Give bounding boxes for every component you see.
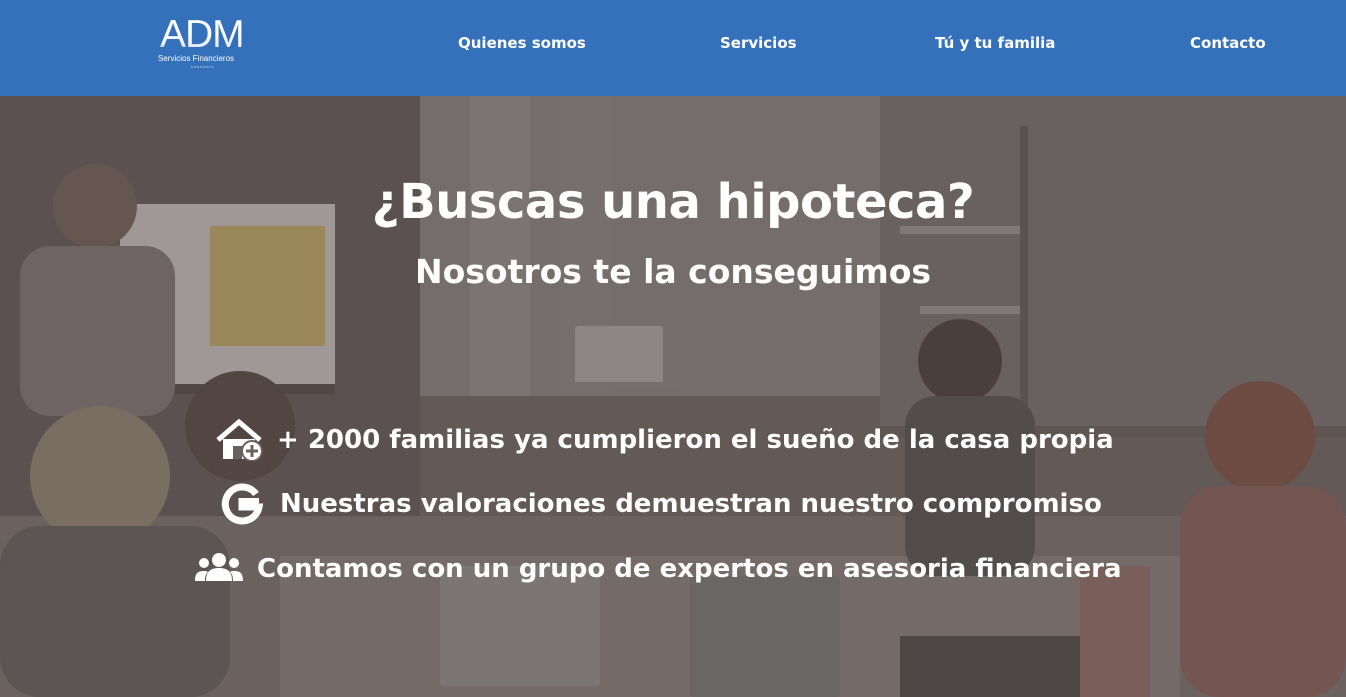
feature-item: Contamos con un grupo de expertos en ase…	[193, 547, 1122, 591]
hero-section: ¿Buscas una hipoteca? Nosotros te la con…	[0, 96, 1346, 697]
feature-text: + 2000 familias ya cumplieron el sueño d…	[277, 425, 1114, 455]
nav-servicios[interactable]: Servicios	[720, 33, 797, 53]
users-icon	[193, 547, 245, 591]
google-icon	[216, 482, 268, 526]
hero-subtitle: Nosotros te la conseguimos	[414, 252, 932, 291]
logo[interactable]: ADM Servicios Financieros ASESORIA	[158, 14, 248, 74]
nav-contacto[interactable]: Contacto	[1190, 33, 1266, 53]
hero-title: ¿Buscas una hipoteca?	[371, 174, 975, 230]
logo-mark: ADM	[160, 13, 245, 56]
feature-text: Nuestras valoraciones demuestran nuestro…	[280, 489, 1102, 519]
nav-tu-y-tu-familia[interactable]: Tú y tu familia	[935, 33, 1055, 53]
feature-text: Contamos con un grupo de expertos en ase…	[257, 554, 1122, 584]
nav-quienes-somos[interactable]: Quienes somos	[458, 33, 586, 53]
logo-tagline: ASESORIA	[191, 65, 215, 69]
house-plus-icon	[213, 418, 265, 462]
feature-item: + 2000 familias ya cumplieron el sueño d…	[213, 418, 1114, 462]
site-header: ADM Servicios Financieros ASESORIA Quien…	[0, 0, 1346, 96]
feature-item: Nuestras valoraciones demuestran nuestro…	[216, 482, 1102, 526]
logo-subtitle: Servicios Financieros	[158, 54, 235, 63]
